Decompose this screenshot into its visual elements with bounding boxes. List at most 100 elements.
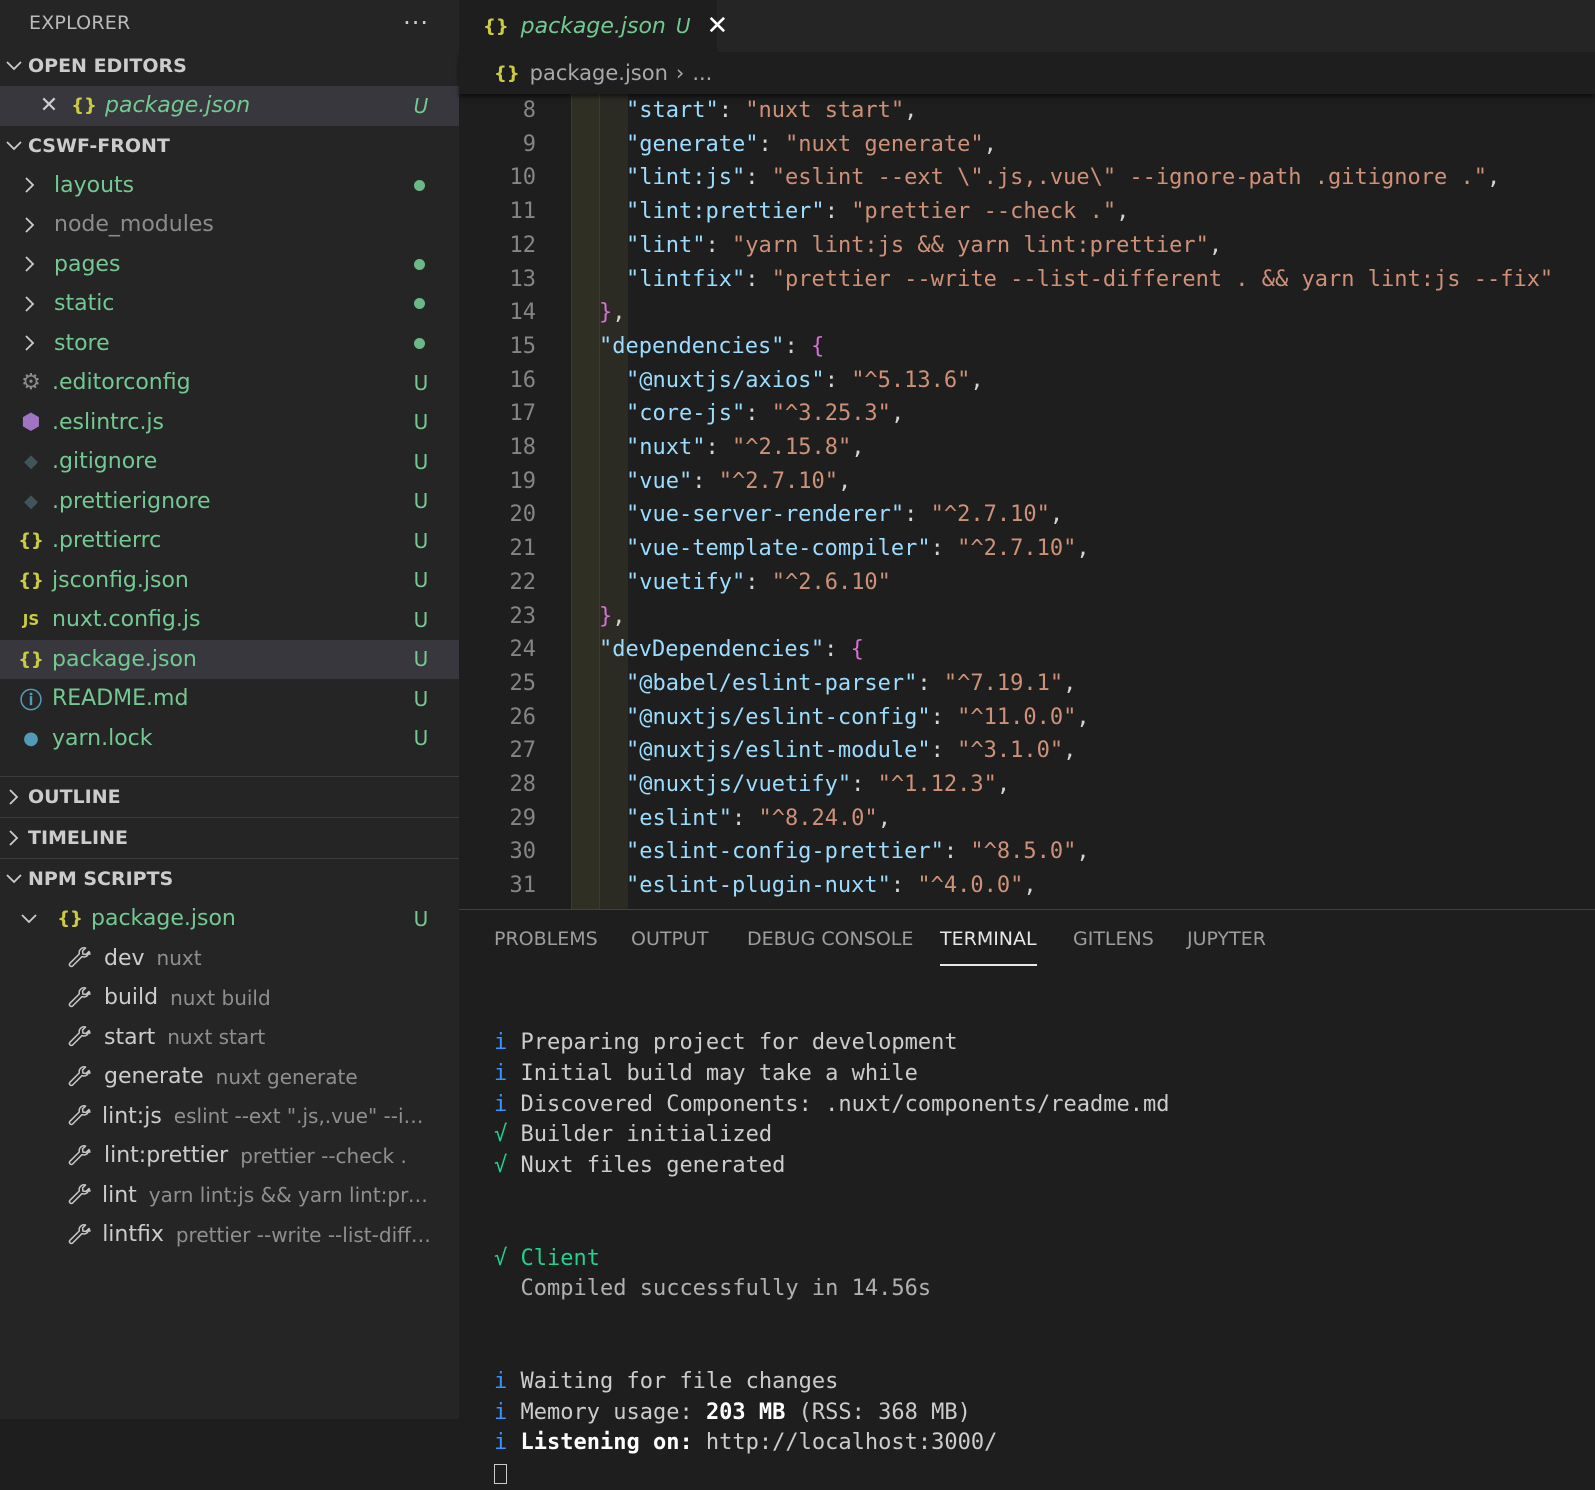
wrench-icon <box>66 1024 94 1050</box>
punctuation: , <box>970 367 984 393</box>
npm-script-command: nuxt generate <box>215 1064 358 1089</box>
line-content: "eslint-plugin-nuxt": "^4.0.0", <box>626 869 1037 903</box>
panel-tab-gitlens[interactable]: GITLENS <box>1073 928 1154 958</box>
panel-tab-debug-console[interactable]: DEBUG CONSOLE <box>747 928 913 958</box>
code-line: 15 "dependencies": { <box>459 330 1595 364</box>
json-value: "^7.19.1" <box>943 670 1064 696</box>
check-icon: √ <box>494 1245 508 1271</box>
file-item[interactable]: ● yarn.lock U <box>0 719 459 759</box>
gear-icon: ⚙ <box>21 370 41 396</box>
modified-dot <box>414 258 425 270</box>
file-item[interactable]: JS nuxt.config.js U <box>0 600 459 640</box>
breadcrumb: {} package.json › ... <box>459 52 1595 94</box>
folder-item[interactable]: pages <box>0 245 459 285</box>
json-icon: {} <box>483 15 509 37</box>
json-icon: {} <box>71 95 97 117</box>
panel-tab-jupyter[interactable]: JUPYTER <box>1187 928 1266 958</box>
file-item[interactable]: ⓘ README.md U <box>0 679 459 719</box>
tab-label: package.json <box>520 13 666 39</box>
npm-scripts-list: dev nuxt build nuxt build start nuxt start gen… <box>0 939 459 1255</box>
line-number: 25 <box>509 670 537 696</box>
line-number: 26 <box>509 704 537 730</box>
file-item[interactable]: ⬢ .eslintrc.js U <box>0 403 459 443</box>
panel-tab-bar: PROBLEMS OUTPUT DEBUG CONSOLE TERMINAL GITLE… <box>459 910 1595 966</box>
close-tab-icon[interactable]: ✕ <box>707 13 729 39</box>
line-content: "vue-server-renderer": "^2.7.10", <box>626 498 1063 532</box>
code-line: 17 "core-js": "^3.25.3", <box>459 397 1595 431</box>
npm-script-item[interactable]: generate nuxt generate <box>0 1057 459 1097</box>
line-number: 14 <box>509 300 537 326</box>
file-item[interactable]: ◆ .prettierignore U <box>0 482 459 522</box>
code-editor[interactable]: 8 "start": "nuxt start", 9 "generate": "nux… <box>459 94 1595 909</box>
npm-script-name: generate <box>104 1064 204 1090</box>
line-content: "lint": "yarn lint:js && yarn lint:prett… <box>626 229 1222 263</box>
json-key: "@babel/eslint-parser" <box>626 670 918 696</box>
line-number: 13 <box>509 266 537 292</box>
punctuation: , <box>612 300 626 326</box>
npm-script-item[interactable]: dev nuxt <box>0 939 459 979</box>
npm-script-name: lintfix <box>102 1222 164 1248</box>
npm-script-item[interactable]: lint:prettier prettier --check . <box>0 1136 459 1176</box>
folder-item[interactable]: static <box>0 284 459 324</box>
terminal-line: i Preparing project for development <box>494 1028 1595 1059</box>
npm-script-item[interactable]: start nuxt start <box>0 1018 459 1058</box>
punctuation: : <box>745 266 772 292</box>
json-value: "yarn lint:js && yarn lint:prettier" <box>731 232 1209 258</box>
terminal-output[interactable]: i Preparing project for development i Ini… <box>494 1028 1595 1490</box>
file-item[interactable]: ⚙ .editorconfig U <box>0 363 459 403</box>
punctuation: : <box>758 131 785 157</box>
npm-script-item[interactable]: lintfix prettier --write --list-differ... <box>0 1215 459 1255</box>
line-content: }, <box>599 296 626 330</box>
json-value: "^5.13.6" <box>851 367 971 393</box>
json-value: "^1.12.3" <box>877 772 997 797</box>
panel-tab-problems[interactable]: PROBLEMS <box>494 928 598 958</box>
folder-label: layouts <box>54 172 135 198</box>
folder-item[interactable]: store <box>0 324 459 364</box>
npm-script-item[interactable]: lint:js eslint --ext ".js,.vue" --igno... <box>0 1097 459 1137</box>
timeline-label: TIMELINE <box>28 827 128 849</box>
npm-script-item[interactable]: build nuxt build <box>0 978 459 1018</box>
punctuation: : <box>930 738 958 764</box>
git-status-badge: U <box>413 449 429 474</box>
project-folder-header[interactable]: CSWF-FRONT <box>0 126 459 166</box>
file-item[interactable]: {} package.json U <box>0 639 459 679</box>
npm-script-command: eslint --ext ".js,.vue" --igno... <box>173 1104 431 1129</box>
more-actions-icon[interactable]: ··· <box>403 9 429 37</box>
panel-tab-output[interactable]: OUTPUT <box>631 928 708 958</box>
breadcrumb-file[interactable]: package.json <box>530 61 668 85</box>
outline-header[interactable]: OUTLINE <box>0 776 459 817</box>
breadcrumb-more[interactable]: ... <box>692 61 712 85</box>
npm-scripts-header[interactable]: NPM SCRIPTS <box>0 858 459 899</box>
json-value: "^3.1.0" <box>957 738 1064 764</box>
file-label: .gitignore <box>52 449 158 475</box>
json-key: "core-js" <box>626 401 746 427</box>
code-line: 20 "vue-server-renderer": "^2.7.10", <box>459 498 1595 532</box>
file-label: .prettierignore <box>52 488 211 514</box>
npm-script-item[interactable]: lint yarn lint:js && yarn lint:prettier <box>0 1176 459 1216</box>
terminal-text: (RSS: 368 MB) <box>785 1399 971 1425</box>
panel-tab-terminal[interactable]: TERMINAL <box>940 928 1037 966</box>
line-content: "@nuxtjs/vuetify": "^1.12.3", <box>626 768 1010 802</box>
timeline-header[interactable]: TIMELINE <box>0 817 459 858</box>
git-status-badge: U <box>413 726 429 751</box>
git-status-badge: U <box>675 14 691 38</box>
file-item[interactable]: {} .prettierrc U <box>0 521 459 561</box>
line-number: 29 <box>509 805 537 831</box>
folder-item[interactable]: layouts <box>0 166 459 206</box>
file-item[interactable]: {} jsconfig.json U <box>0 561 459 601</box>
file-label: README.md <box>52 686 189 712</box>
folder-item[interactable]: node_modules <box>0 205 459 245</box>
line-content: "@nuxtjs/axios": "^5.13.6", <box>626 364 984 398</box>
npm-script-name: build <box>104 985 159 1011</box>
chevron-down-icon <box>0 60 28 72</box>
punctuation: : <box>745 401 772 427</box>
code-line: 10 "lint:js": "eslint --ext \".js,.vue\" … <box>459 161 1595 195</box>
close-icon[interactable]: ✕ <box>38 93 60 118</box>
tab-package-json[interactable]: {} package.json U ✕ <box>459 0 728 52</box>
open-editors-header[interactable]: OPEN EDITORS <box>0 46 459 86</box>
npm-package-item[interactable]: {} package.json U <box>0 899 459 939</box>
punctuation: : <box>943 839 971 865</box>
file-label: .prettierrc <box>52 528 162 554</box>
open-editor-item[interactable]: ✕ {} package.json U <box>0 86 459 126</box>
file-item[interactable]: ◆ .gitignore U <box>0 442 459 482</box>
